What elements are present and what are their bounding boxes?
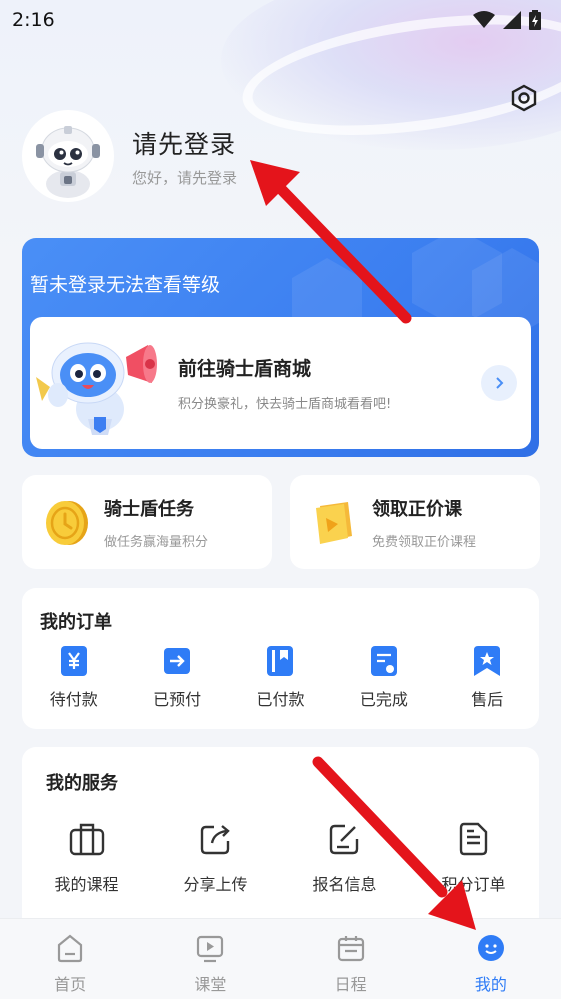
services-title: 我的服务 xyxy=(46,773,118,794)
tab-home[interactable]: 首页 xyxy=(0,919,140,999)
order-prepaid[interactable]: 已预付 xyxy=(125,646,228,710)
book-icon xyxy=(316,502,352,544)
arrow-right-box-icon xyxy=(164,648,191,674)
bookmark-book-icon xyxy=(267,646,294,676)
briefcase-icon xyxy=(69,823,104,856)
profile-section[interactable]: 请先登录 您好，请先登录 xyxy=(22,110,237,202)
task-title: 骑士盾任务 xyxy=(104,498,194,520)
edit-form-icon xyxy=(329,824,358,855)
settings-button[interactable] xyxy=(508,82,540,114)
login-prompt-title[interactable]: 请先登录 xyxy=(132,125,237,161)
level-title: 暂未登录无法查看等级 xyxy=(30,274,221,296)
bookmark-star-icon xyxy=(474,646,501,676)
my-services-section: 我的服务 我的课程 分享上传 报名信息 积分订单 xyxy=(22,747,539,937)
shop-text: 前往骑士盾商城 积分换豪礼，快去骑士盾商城看看吧! xyxy=(178,354,391,412)
status-icons xyxy=(473,10,541,30)
service-my-courses[interactable]: 我的课程 xyxy=(22,821,151,895)
order-completed[interactable]: 已完成 xyxy=(332,646,435,710)
tab-schedule[interactable]: 日程 xyxy=(281,919,421,999)
service-enrollment-info[interactable]: 报名信息 xyxy=(280,821,409,895)
free-course-card[interactable]: 领取正价课 免费领取正价课程 xyxy=(290,475,540,569)
level-card: 暂未登录无法查看等级 前往骑士盾商城 积分换豪礼，快去骑士盾商城看看吧! xyxy=(22,238,539,457)
task-subtitle: 做任务赢海量积分 xyxy=(104,534,209,550)
tab-label: 我的 xyxy=(474,975,507,994)
yen-icon xyxy=(60,646,87,676)
tab-label: 课堂 xyxy=(194,975,227,994)
tab-label: 日程 xyxy=(334,975,367,994)
profile-text: 请先登录 您好，请先登录 xyxy=(132,125,237,188)
shop-entry-card[interactable]: 前往骑士盾商城 积分换豪礼，快去骑士盾商城看看吧! xyxy=(30,317,531,449)
service-label: 报名信息 xyxy=(312,875,377,894)
order-label: 已完成 xyxy=(359,690,408,709)
mascot-megaphone-icon xyxy=(36,342,157,435)
task-subtitle: 免费领取正价课程 xyxy=(372,534,477,550)
share-icon xyxy=(200,825,230,855)
task-text: 领取正价课 免费领取正价课程 xyxy=(372,495,476,550)
task-text: 骑士盾任务 做任务赢海量积分 xyxy=(104,495,208,550)
status-bar: 2:16 xyxy=(0,0,561,40)
shop-title: 前往骑士盾商城 xyxy=(178,358,312,380)
tab-classroom[interactable]: 课堂 xyxy=(140,919,280,999)
tab-mine[interactable]: 我的 xyxy=(421,919,561,999)
bottom-tab-bar: 首页 课堂 日程 我的 xyxy=(0,918,561,999)
mascot-illustration xyxy=(30,317,170,449)
service-label: 我的课程 xyxy=(54,875,119,894)
robot-avatar-icon xyxy=(36,126,100,198)
order-status-row: 待付款 已预付 已付款 已完成 售后 xyxy=(22,646,539,710)
wifi-icon xyxy=(473,11,495,28)
order-label: 已预付 xyxy=(153,690,202,709)
order-label: 售后 xyxy=(471,690,504,709)
services-row: 我的课程 分享上传 报名信息 积分订单 xyxy=(22,821,539,895)
service-share-upload[interactable]: 分享上传 xyxy=(151,821,280,895)
settings-hex-icon xyxy=(511,84,537,112)
signal-icon xyxy=(503,11,521,29)
avatar[interactable] xyxy=(22,110,114,202)
gold-coin-icon xyxy=(46,501,88,545)
order-paid[interactable]: 已付款 xyxy=(229,646,332,710)
shop-arrow-button[interactable] xyxy=(481,365,517,401)
tab-label: 首页 xyxy=(54,975,87,994)
service-label: 积分订单 xyxy=(441,875,506,894)
document-star-icon xyxy=(370,646,397,676)
knight-shield-task-card[interactable]: 骑士盾任务 做任务赢海量积分 xyxy=(22,475,272,569)
task-title: 领取正价课 xyxy=(372,498,462,520)
order-after-sales[interactable]: 售后 xyxy=(436,646,539,710)
list-document-icon xyxy=(459,822,487,856)
my-orders-section: 我的订单 待付款 已预付 已付款 已完成 售后 xyxy=(22,588,539,729)
order-label: 待付款 xyxy=(49,690,98,709)
order-pending-payment[interactable]: 待付款 xyxy=(22,646,125,710)
shop-subtitle: 积分换豪礼，快去骑士盾商城看看吧! xyxy=(178,397,392,412)
calendar-icon xyxy=(337,936,364,962)
order-label: 已付款 xyxy=(256,690,305,709)
battery-icon xyxy=(529,10,541,30)
service-label: 分享上传 xyxy=(183,875,248,894)
smiley-icon xyxy=(477,935,504,961)
home-icon xyxy=(58,934,83,963)
video-icon xyxy=(197,935,224,963)
chevron-right-icon xyxy=(496,377,504,389)
status-time: 2:16 xyxy=(12,9,55,31)
orders-title: 我的订单 xyxy=(40,612,112,633)
service-points-orders[interactable]: 积分订单 xyxy=(409,821,538,895)
login-prompt-subtitle: 您好，请先登录 xyxy=(132,168,238,187)
